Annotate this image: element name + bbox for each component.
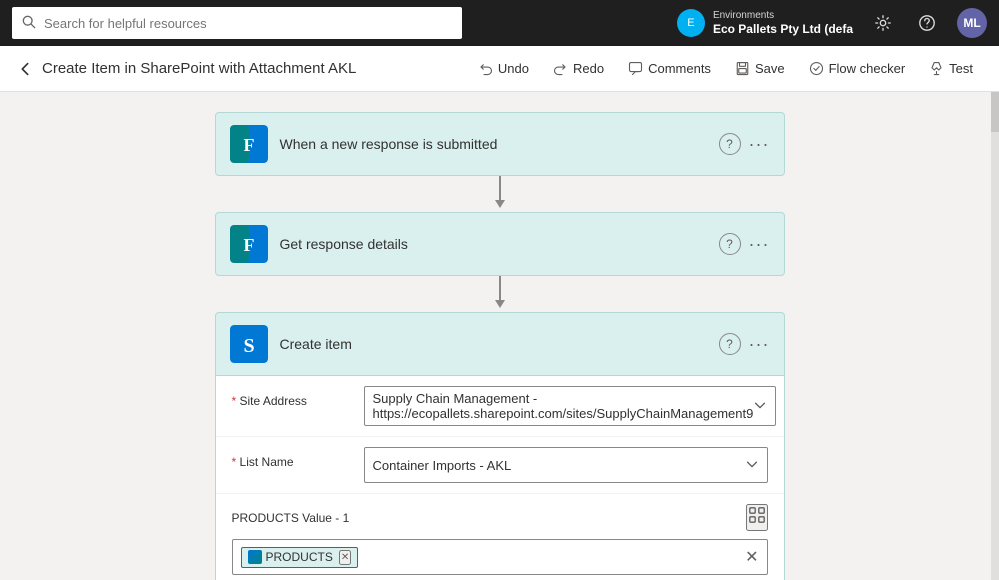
env-name: Eco Pallets Pty Ltd (defa (713, 22, 853, 38)
arrow-2 (490, 276, 510, 312)
step-3-body: * Site Address Supply Chain Management -… (216, 376, 784, 580)
save-label: Save (755, 61, 785, 76)
test-icon (929, 61, 944, 76)
arrow-1 (490, 176, 510, 212)
redo-button[interactable]: Redo (543, 55, 614, 82)
svg-text:F: F (243, 135, 254, 155)
products-chip: PRODUCTS ✕ (241, 547, 359, 568)
settings-button[interactable] (869, 9, 897, 37)
list-name-control[interactable]: Container Imports - AKL (364, 447, 768, 483)
nav-bar: Create Item in SharePoint with Attachmen… (0, 46, 999, 92)
env-text: Environments Eco Pallets Pty Ltd (defa (713, 9, 853, 38)
env-label: Environments (713, 9, 853, 22)
flow-checker-button[interactable]: Flow checker (799, 55, 916, 82)
flow-checker-icon (809, 61, 824, 76)
nav-actions: Undo Redo Comments Save (468, 55, 983, 82)
list-name-value: Container Imports - AKL (373, 458, 745, 473)
top-bar-right: E Environments Eco Pallets Pty Ltd (defa… (677, 8, 987, 38)
products-input-row[interactable]: PRODUCTS ✕ ✕ (232, 539, 768, 575)
step-2-help-button[interactable]: ? (719, 233, 741, 255)
save-button[interactable]: Save (725, 55, 795, 82)
svg-text:S: S (243, 335, 254, 357)
products-chip-icon (248, 550, 262, 564)
site-address-control[interactable]: Supply Chain Management - https://ecopal… (364, 386, 777, 426)
comments-icon (628, 61, 643, 76)
step-3-actions: ? ··· (719, 333, 770, 355)
env-icon: E (677, 9, 705, 37)
scrollbar-thumb[interactable] (991, 92, 999, 132)
list-name-label: * List Name (232, 447, 352, 469)
products-clear-button[interactable]: ✕ (745, 547, 758, 567)
top-bar: E Environments Eco Pallets Pty Ltd (defa… (0, 0, 999, 46)
list-name-dropdown-arrow (745, 457, 759, 474)
products-header: PRODUCTS Value - 1 (232, 504, 768, 531)
step-3-label: Create item (280, 336, 707, 352)
step-when-response[interactable]: F When a new response is submitted ? ··· (215, 112, 785, 176)
step-1-help-button[interactable]: ? (719, 133, 741, 155)
products-chip-label: PRODUCTS (266, 550, 333, 564)
site-address-dropdown-arrow (753, 398, 767, 415)
comments-button[interactable]: Comments (618, 55, 721, 82)
step-get-response[interactable]: F Get response details ? ··· (215, 212, 785, 276)
step-create-item: S Create item ? ··· * Site Address Suppl… (215, 312, 785, 580)
step-2-more-button[interactable]: ··· (749, 234, 770, 255)
flow-checker-label: Flow checker (829, 61, 906, 76)
step-1-more-button[interactable]: ··· (749, 134, 770, 155)
matrix-icon-button[interactable] (746, 504, 768, 531)
site-address-row: * Site Address Supply Chain Management -… (216, 376, 784, 437)
step-1-actions: ? ··· (719, 133, 770, 155)
step-1-label: When a new response is submitted (280, 136, 707, 152)
svg-text:F: F (243, 235, 254, 255)
step-3-header[interactable]: S Create item ? ··· (216, 313, 784, 376)
search-input[interactable] (44, 16, 452, 31)
step-2-label: Get response details (280, 236, 707, 252)
search-box[interactable] (12, 7, 462, 39)
env-info: E Environments Eco Pallets Pty Ltd (defa (677, 9, 853, 38)
step-2-actions: ? ··· (719, 233, 770, 255)
help-button[interactable] (913, 9, 941, 37)
breadcrumb-title: Create Item in SharePoint with Attachmen… (42, 60, 356, 77)
comments-label: Comments (648, 61, 711, 76)
products-section-label: PRODUCTS Value - 1 (232, 511, 350, 525)
search-icon (22, 15, 36, 32)
undo-label: Undo (498, 61, 529, 76)
site-address-value-2: https://ecopallets.sharepoint.com/sites/… (373, 406, 754, 421)
undo-button[interactable]: Undo (468, 55, 539, 82)
scrollbar-track (991, 92, 999, 580)
test-button[interactable]: Test (919, 55, 983, 82)
step-1-icon: F (230, 125, 268, 163)
products-section: PRODUCTS Value - 1 PRODUCTS (216, 494, 784, 580)
redo-label: Redo (573, 61, 604, 76)
redo-icon (553, 61, 568, 76)
step-3-more-button[interactable]: ··· (749, 334, 770, 355)
test-label: Test (949, 61, 973, 76)
step-3-help-button[interactable]: ? (719, 333, 741, 355)
undo-icon (478, 61, 493, 76)
site-address-label: * Site Address (232, 386, 352, 408)
avatar[interactable]: ML (957, 8, 987, 38)
products-chip-close-button[interactable]: ✕ (339, 550, 351, 565)
back-button[interactable] (16, 60, 34, 78)
site-address-value-1: Supply Chain Management - (373, 391, 754, 406)
canvas: F When a new response is submitted ? ···… (0, 92, 999, 580)
list-name-row: * List Name Container Imports - AKL (216, 437, 784, 494)
step-3-icon: S (230, 325, 268, 363)
step-2-icon: F (230, 225, 268, 263)
save-icon (735, 61, 750, 76)
